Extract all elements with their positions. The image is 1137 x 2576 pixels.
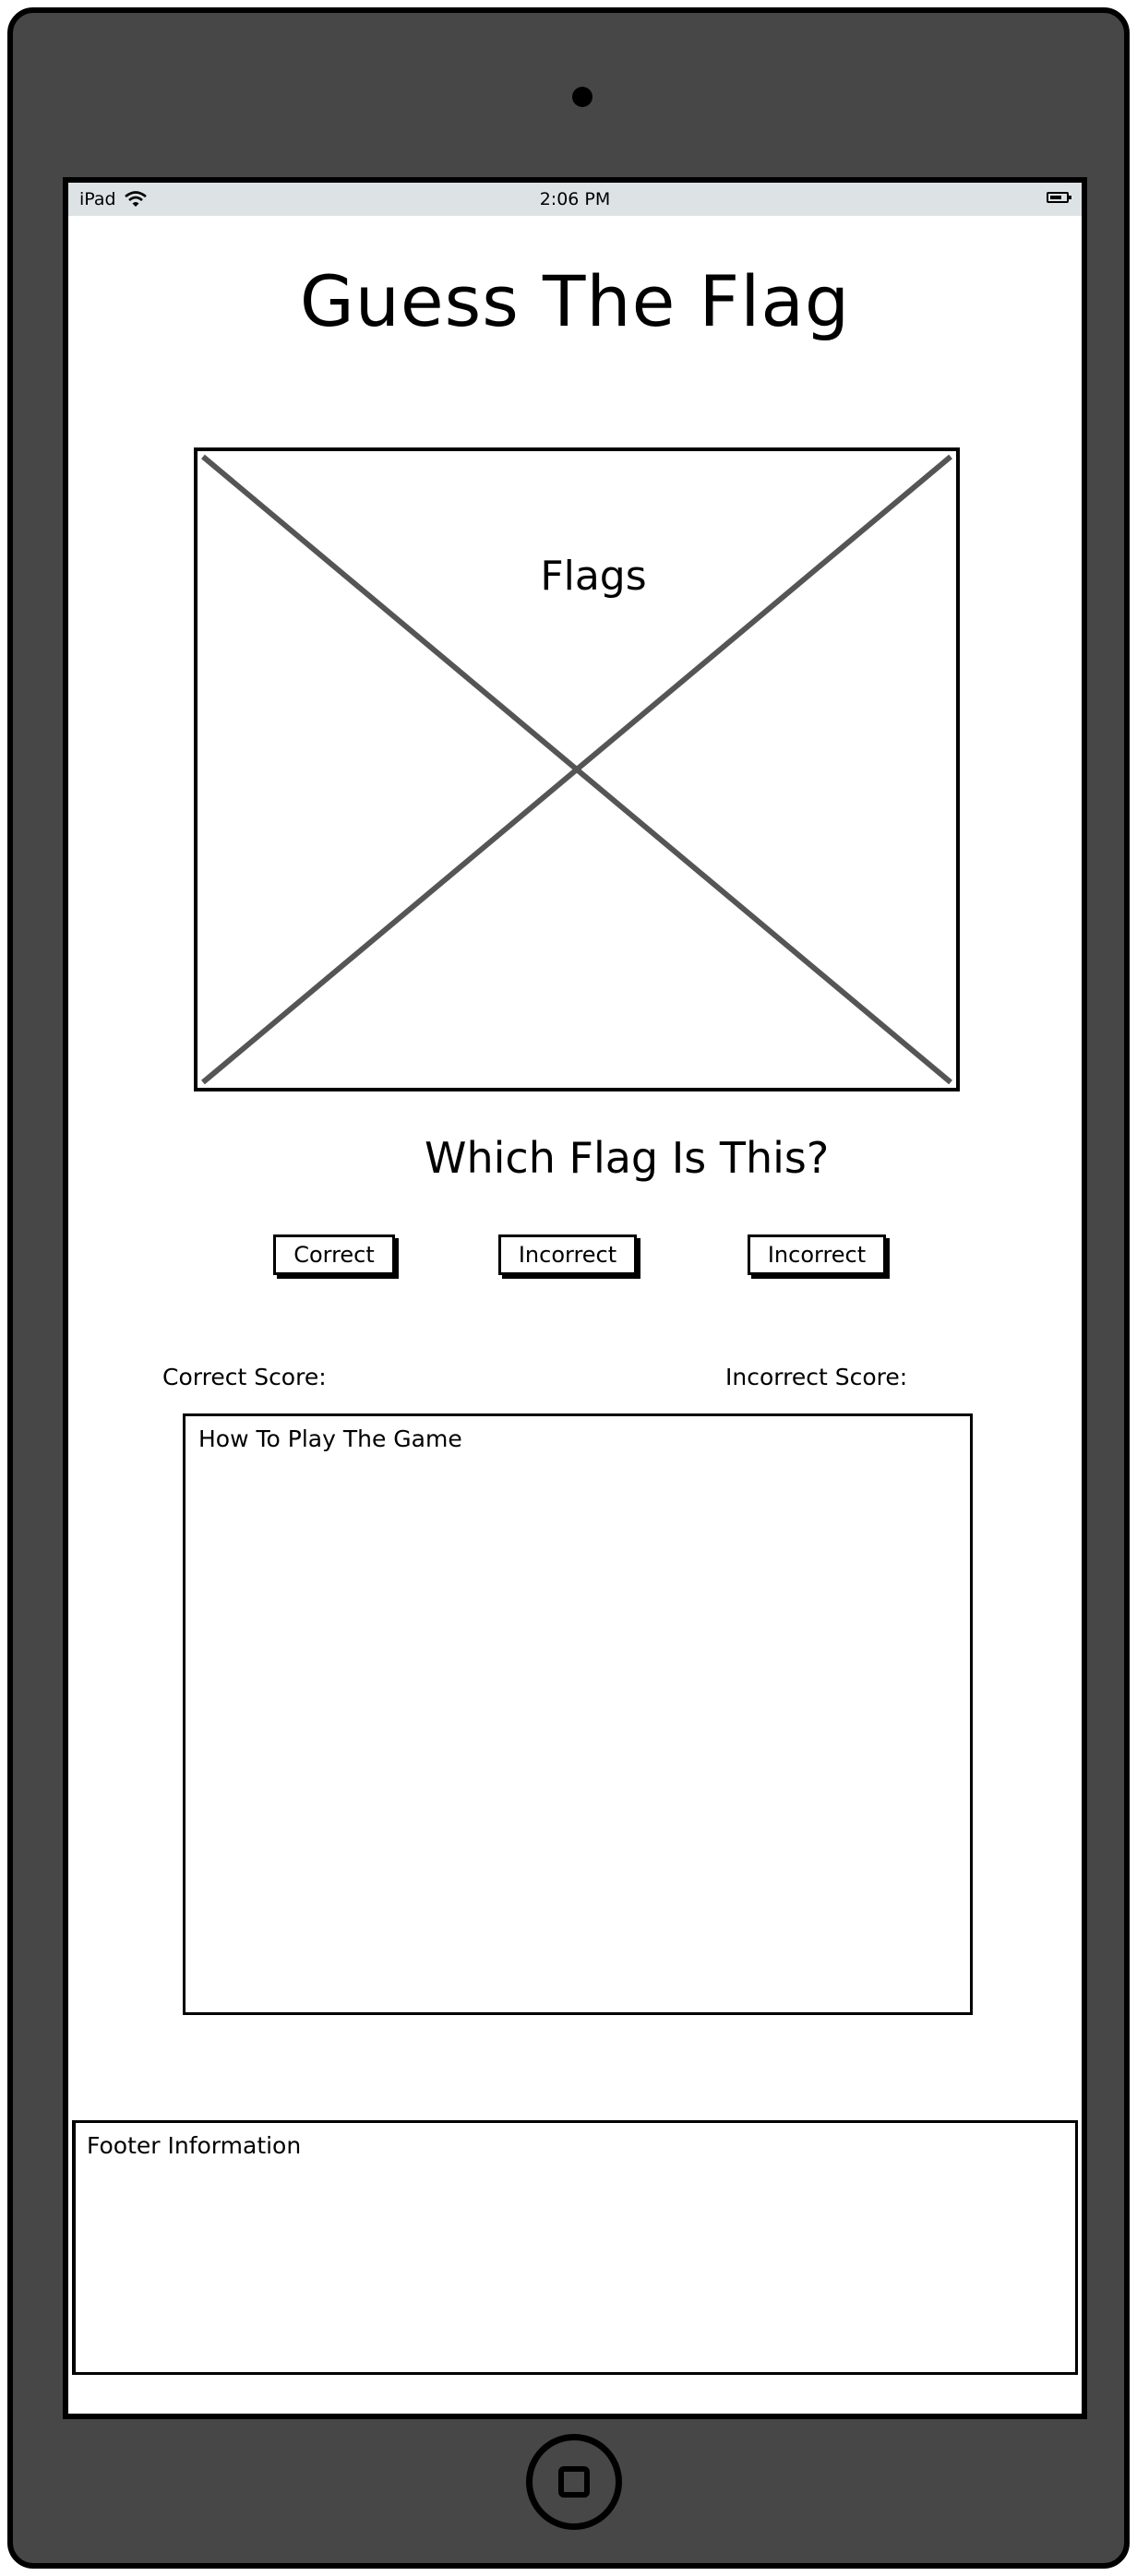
placeholder-cross-icon: [201, 454, 952, 1085]
answer-button-2[interactable]: Incorrect: [498, 1234, 637, 1275]
status-time: 2:06 PM: [539, 189, 611, 209]
tablet-device-frame: iPad 2:06 PM Guess The Flag Flags Which …: [7, 7, 1130, 2569]
correct-score-label: Correct Score:: [162, 1364, 327, 1390]
footer: Footer Information: [72, 2120, 1078, 2375]
home-button[interactable]: [526, 2434, 622, 2530]
page-title: Guess The Flag: [299, 260, 851, 342]
front-camera: [572, 87, 592, 107]
answer-button-1[interactable]: Correct: [273, 1234, 395, 1275]
how-to-play-title: How To Play The Game: [198, 1425, 462, 1452]
answer-button-3[interactable]: Incorrect: [748, 1234, 886, 1275]
flag-image-placeholder: Flags: [194, 447, 960, 1091]
question-text: Which Flag Is This?: [425, 1133, 830, 1183]
battery-icon: [1047, 192, 1071, 203]
how-to-play-panel: How To Play The Game: [183, 1413, 973, 2015]
status-bar: iPad 2:06 PM: [68, 183, 1082, 216]
home-square-icon: [558, 2466, 590, 2498]
incorrect-score-label: Incorrect Score:: [725, 1364, 908, 1390]
flag-image-label: Flags: [540, 553, 647, 600]
screen: iPad 2:06 PM Guess The Flag Flags Which …: [63, 177, 1087, 2419]
footer-title: Footer Information: [87, 2132, 302, 2159]
